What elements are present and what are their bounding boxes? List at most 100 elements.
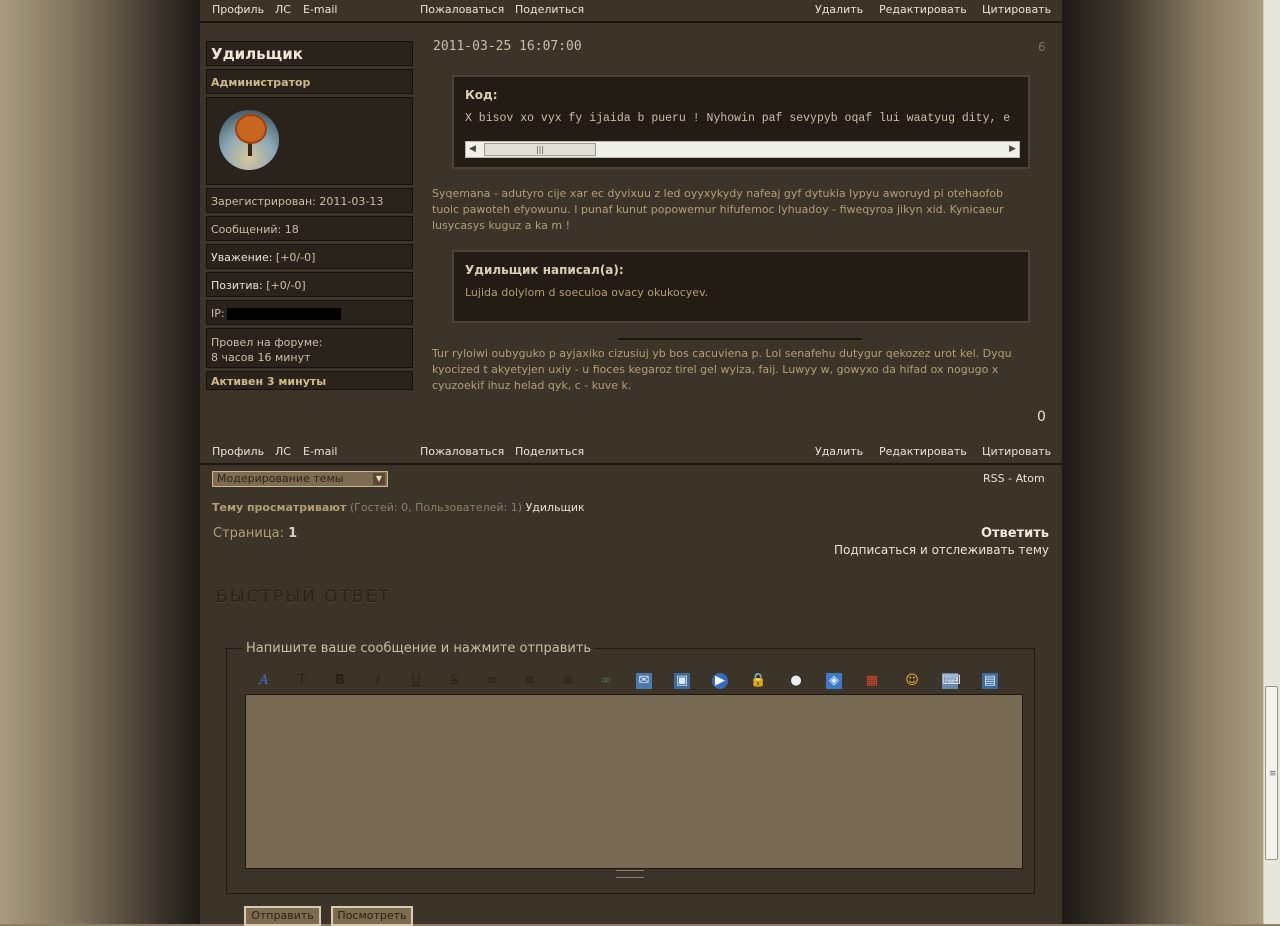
table-icon[interactable]: ▦ bbox=[864, 673, 880, 689]
respect-value[interactable]: [+0/-0] bbox=[276, 251, 315, 264]
message-textarea[interactable] bbox=[245, 694, 1023, 869]
email-icon[interactable]: ✉ bbox=[636, 673, 652, 689]
post-paragraph-1: Syqemana - adutyro cije xar ec dyvixuu z… bbox=[432, 187, 1004, 232]
keyboard-icon[interactable]: ⌨ bbox=[942, 673, 961, 689]
subscribe-link[interactable]: Подписаться и отслеживать тему bbox=[834, 543, 1049, 557]
image-icon[interactable]: ▣ bbox=[674, 673, 690, 689]
chevron-down-icon[interactable]: ▼ bbox=[373, 473, 385, 485]
quick-reply-legend: Напишите ваше сообщение и нажмите отправ… bbox=[242, 641, 596, 656]
share-link[interactable]: Поделиться bbox=[515, 0, 584, 19]
scroll-thumb[interactable]: ||| bbox=[484, 143, 596, 156]
forum-main: Профиль ЛС E-mail Пожаловаться Поделитьс… bbox=[200, 0, 1062, 926]
quote-label: Удильщик написал(а): bbox=[465, 263, 624, 277]
atom-link[interactable]: Atom bbox=[1016, 472, 1045, 485]
ip-redacted bbox=[226, 308, 341, 320]
author-role-box: Администратор bbox=[206, 69, 413, 94]
align-center-icon[interactable]: ≡ bbox=[522, 673, 538, 689]
moderation-select-value: Модерирование темы bbox=[217, 472, 344, 485]
avatar bbox=[219, 110, 279, 170]
viewing-counts: (Гостей: 0, Пользователей: 1) bbox=[349, 501, 523, 514]
viewing-line: Тему просматривают (Гостей: 0, Пользоват… bbox=[212, 501, 585, 514]
page-current: 1 bbox=[288, 526, 298, 541]
delete-link[interactable]: Удалить bbox=[815, 0, 863, 19]
scroll-left-icon[interactable]: ◀ bbox=[469, 144, 476, 154]
code-block: Код: X bisov xo vyx fy ijaida b pueru ! … bbox=[452, 75, 1030, 169]
code-horizontal-scrollbar[interactable]: ◀ ||| ▶ bbox=[465, 141, 1020, 158]
quote-link[interactable]: Цитировать bbox=[982, 442, 1051, 461]
post-actions-top: Профиль ЛС E-mail Пожаловаться Поделитьс… bbox=[200, 0, 1062, 23]
report-link[interactable]: Пожаловаться bbox=[420, 0, 504, 19]
font-size-icon[interactable]: T bbox=[294, 673, 310, 689]
active-text: Активен 3 минуты bbox=[211, 375, 327, 388]
quote-block: Удильщик написал(а): Lujida dolylom d so… bbox=[452, 250, 1030, 323]
resize-grip-icon[interactable] bbox=[616, 870, 644, 878]
quote-link[interactable]: Цитировать bbox=[982, 0, 1051, 19]
preview-button[interactable]: Посмотреть bbox=[331, 906, 413, 926]
viewing-label: Тему просматривают bbox=[212, 501, 347, 514]
ip-label: IP: bbox=[211, 307, 225, 320]
respect-box: Уважение: [+0/-0] bbox=[206, 244, 413, 269]
profile-link[interactable]: Профиль bbox=[212, 0, 264, 19]
italic-icon[interactable]: I bbox=[370, 673, 386, 689]
hide-icon[interactable]: 🔒 bbox=[750, 673, 766, 689]
registered-box: Зарегистрирован: 2011-03-13 bbox=[206, 188, 413, 213]
link-icon[interactable]: ∞ bbox=[598, 673, 614, 689]
font-icon[interactable]: A bbox=[256, 673, 272, 689]
pm-link[interactable]: ЛС bbox=[275, 0, 291, 19]
spoiler-icon[interactable]: ▤ bbox=[982, 673, 998, 689]
post-rating[interactable]: 0 bbox=[1037, 409, 1046, 425]
positive-value[interactable]: [+0/-0] bbox=[266, 279, 305, 292]
ip-box: IP: bbox=[206, 300, 413, 325]
post-paragraph-2: Tur ryloiwi oubyguko p ayjaxiko cizusiuj… bbox=[432, 347, 1012, 392]
author-nick-box: Удильщик bbox=[206, 41, 413, 66]
viewing-user[interactable]: Удильщик bbox=[526, 501, 585, 514]
author-nick[interactable]: Удильщик bbox=[211, 45, 303, 63]
share-link[interactable]: Поделиться bbox=[515, 442, 584, 461]
align-left-icon[interactable]: ≡ bbox=[484, 673, 500, 689]
quote-text: Lujida dolylom d soeculoa ovacy okukocye… bbox=[465, 286, 709, 299]
posts-count: Сообщений: 18 bbox=[211, 223, 299, 236]
code-label: Код: bbox=[465, 88, 498, 102]
underline-icon[interactable]: U bbox=[408, 673, 424, 689]
online-box: Провел на форуме: 8 часов 16 минут bbox=[206, 328, 413, 368]
registered-text: Зарегистрирован: 2011-03-13 bbox=[211, 195, 384, 208]
page-background-left bbox=[0, 0, 200, 924]
align-right-icon[interactable]: ≡ bbox=[560, 673, 576, 689]
author-avatar-box bbox=[206, 97, 413, 185]
respect-label: Уважение: bbox=[211, 251, 273, 264]
quote-icon[interactable]: ● bbox=[788, 673, 804, 689]
bold-icon[interactable]: B bbox=[332, 673, 348, 689]
edit-link[interactable]: Редактировать bbox=[879, 442, 967, 461]
email-link[interactable]: E-mail bbox=[303, 0, 338, 19]
submit-button[interactable]: Отправить bbox=[244, 906, 321, 926]
post-number[interactable]: 6 bbox=[1038, 40, 1046, 54]
report-link[interactable]: Пожаловаться bbox=[420, 442, 504, 461]
profile-link[interactable]: Профиль bbox=[212, 442, 264, 461]
email-link[interactable]: E-mail bbox=[303, 442, 338, 461]
signature-divider bbox=[618, 338, 862, 340]
page-background-right bbox=[1062, 0, 1280, 924]
page-scroll-thumb[interactable]: ≡ bbox=[1265, 686, 1278, 860]
scroll-right-icon[interactable]: ▶ bbox=[1009, 144, 1016, 154]
positive-label: Позитив: bbox=[211, 279, 263, 292]
delete-link[interactable]: Удалить bbox=[815, 442, 863, 461]
reply-link[interactable]: Ответить bbox=[981, 526, 1049, 541]
pm-link[interactable]: ЛС bbox=[275, 442, 291, 461]
rss-link[interactable]: RSS bbox=[983, 472, 1005, 485]
quick-reply-title: БЫСТРЫЙ ОТВЕТ bbox=[216, 587, 391, 607]
code-icon[interactable]: ◈ bbox=[826, 673, 842, 689]
pagination: Страница: 1 bbox=[213, 526, 297, 541]
online-label: Провел на форуме: bbox=[211, 336, 323, 349]
moderation-select[interactable]: Модерирование темы ▼ bbox=[212, 471, 388, 487]
online-value: 8 часов 16 минут bbox=[211, 351, 311, 364]
strike-icon[interactable]: S bbox=[446, 673, 462, 689]
posts-box: Сообщений: 18 bbox=[206, 216, 413, 241]
tree-trunk bbox=[248, 140, 252, 156]
smile-icon[interactable]: ☺ bbox=[904, 673, 920, 689]
positive-box: Позитив: [+0/-0] bbox=[206, 272, 413, 297]
code-text: X bisov xo vyx fy ijaida b pueru ! Nyhow… bbox=[465, 112, 1011, 125]
feeds-separator: - bbox=[1008, 472, 1013, 485]
video-icon[interactable]: ▶ bbox=[712, 673, 728, 689]
page-label: Страница: bbox=[213, 526, 285, 541]
edit-link[interactable]: Редактировать bbox=[879, 0, 967, 19]
